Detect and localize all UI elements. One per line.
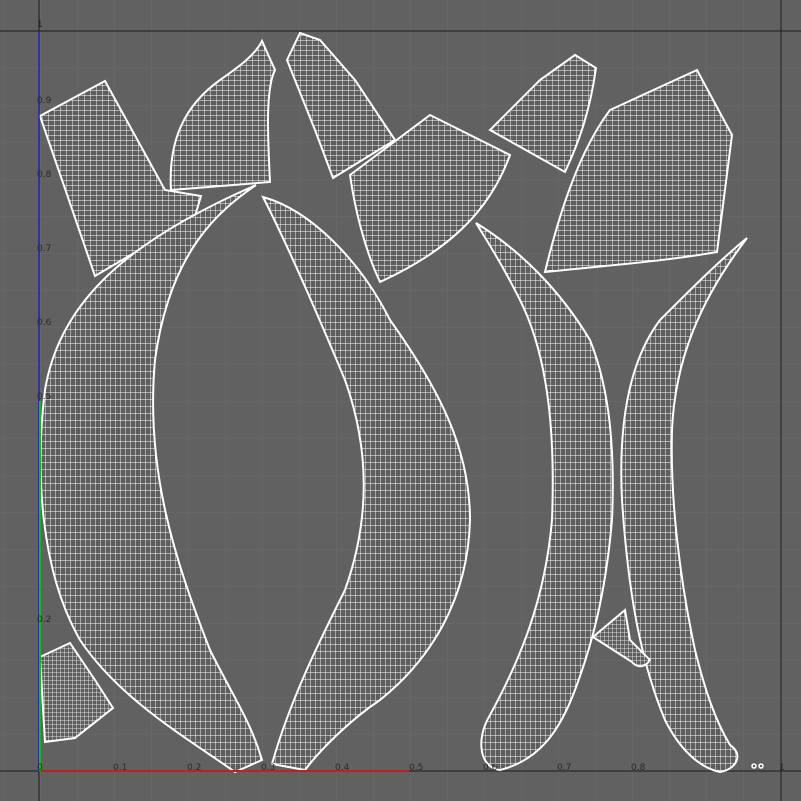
u-tick-8: 0.8 xyxy=(631,763,646,773)
u-tick-3: 0.3 xyxy=(261,763,275,773)
v-tick-1: 1 xyxy=(37,20,43,30)
v-tick-0-9: 0.9 xyxy=(37,96,52,106)
v-tick-0-6: 0.6 xyxy=(37,318,52,328)
u-tick-6: 0.6 xyxy=(483,763,498,773)
uv-canvas[interactable]: 0 0.1 0.2 0.3 0.4 0.5 0.6 0.7 0.8 1 1 0.… xyxy=(0,0,801,801)
u-tick-1: 0.1 xyxy=(113,763,127,773)
u-tick-0: 0 xyxy=(37,763,43,773)
u-tick-2: 0.2 xyxy=(187,763,201,773)
u-tick-7: 0.7 xyxy=(557,763,571,773)
v-tick-0-2: 0.2 xyxy=(37,615,51,625)
v-tick-0-5: 0.5 xyxy=(37,392,51,402)
u-tick-5: 0.5 xyxy=(409,763,423,773)
u-tick-9: 1 xyxy=(779,763,785,773)
v-tick-0-7: 0.7 xyxy=(37,244,51,254)
uv-editor-viewport[interactable]: 0 0.1 0.2 0.3 0.4 0.5 0.6 0.7 0.8 1 1 0.… xyxy=(0,0,801,801)
u-tick-4: 0.4 xyxy=(335,763,350,773)
v-tick-0-8: 0.8 xyxy=(37,170,52,180)
